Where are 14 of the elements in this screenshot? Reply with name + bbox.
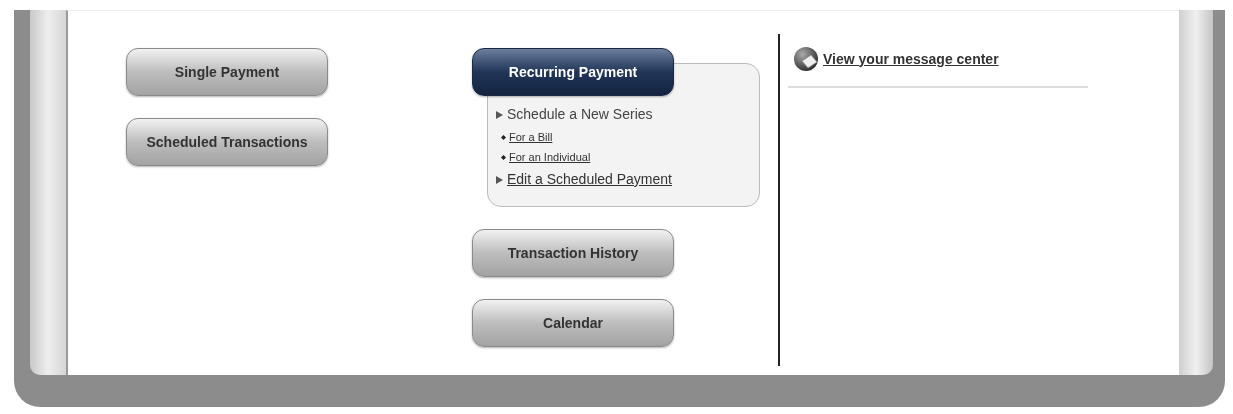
nav-button[interactable]: Recurring Payment	[472, 48, 674, 96]
triangle-icon	[496, 175, 503, 184]
nav-button[interactable]: Scheduled Transactions	[126, 118, 328, 166]
nav-button[interactable]: Calendar	[472, 299, 674, 347]
diamond-icon	[501, 154, 506, 160]
menu-heading: Schedule a New Series	[507, 105, 653, 124]
menu-link[interactable]: For an Individual	[509, 148, 591, 166]
nav-button[interactable]: Single Payment	[126, 48, 328, 96]
menu-link[interactable]: For a Bill	[509, 128, 553, 146]
nav-button[interactable]: Transaction History	[472, 229, 674, 277]
menu-link[interactable]: Edit a Scheduled Payment	[507, 169, 672, 190]
triangle-icon	[496, 110, 503, 119]
diamond-icon	[501, 134, 506, 140]
message-center-link[interactable]: View your message center	[823, 48, 999, 70]
